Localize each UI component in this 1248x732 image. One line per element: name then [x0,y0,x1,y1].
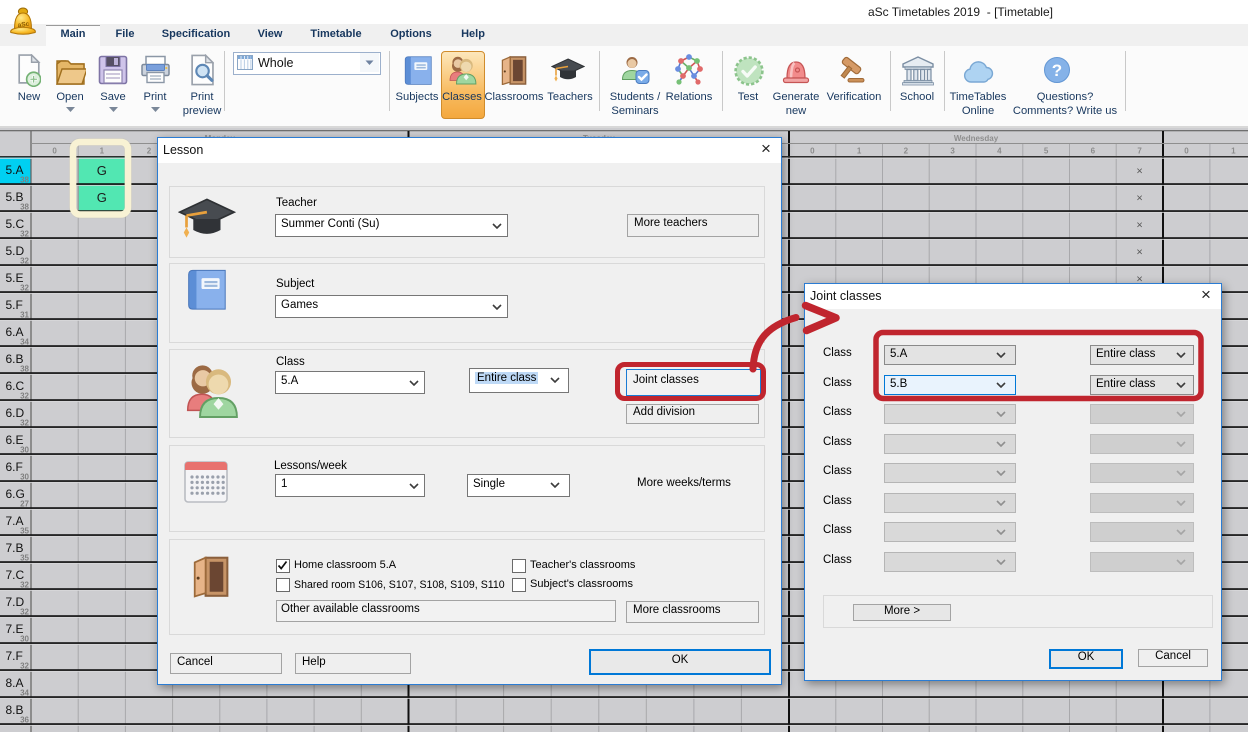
svg-text:34: 34 [20,689,29,698]
svg-text:0: 0 [1184,147,1189,156]
svg-text:38: 38 [20,176,29,185]
svg-text:38: 38 [20,203,29,212]
svg-text:30: 30 [20,635,29,644]
svg-text:1: 1 [100,147,105,156]
svg-text:×: × [1136,193,1142,205]
svg-text:×: × [1136,166,1142,178]
svg-text:1: 1 [857,147,862,156]
svg-text:32: 32 [20,284,29,293]
svg-text:32: 32 [20,581,29,590]
svg-text:32: 32 [20,419,29,428]
svg-text:6: 6 [1091,147,1096,156]
svg-text:38: 38 [20,365,29,374]
svg-text:Wednesday: Wednesday [954,134,999,143]
svg-text:?: ? [1052,61,1062,80]
svg-text:1: 1 [1231,147,1236,156]
svg-text:32: 32 [20,230,29,239]
svg-text:2: 2 [147,147,152,156]
svg-text:32: 32 [20,257,29,266]
svg-text:30: 30 [20,473,29,482]
svg-text:32: 32 [20,392,29,401]
svg-text:×: × [1136,220,1142,232]
svg-text:35: 35 [20,527,29,536]
svg-text:32: 32 [20,608,29,617]
svg-text:31: 31 [20,311,29,320]
svg-text:30: 30 [20,446,29,455]
svg-text:7: 7 [1137,147,1142,156]
svg-text:32: 32 [20,662,29,671]
svg-text:G: G [97,163,107,178]
svg-text:34: 34 [20,338,29,347]
svg-text:3: 3 [950,147,955,156]
svg-text:0: 0 [810,147,815,156]
svg-text:27: 27 [20,500,29,509]
svg-text:G: G [97,190,107,205]
svg-text:×: × [1136,247,1142,259]
svg-text:36: 36 [20,716,29,725]
svg-text:5: 5 [1044,147,1049,156]
svg-text:4: 4 [997,147,1002,156]
svg-text:35: 35 [20,554,29,563]
svg-text:2: 2 [904,147,909,156]
svg-text:0: 0 [52,147,57,156]
